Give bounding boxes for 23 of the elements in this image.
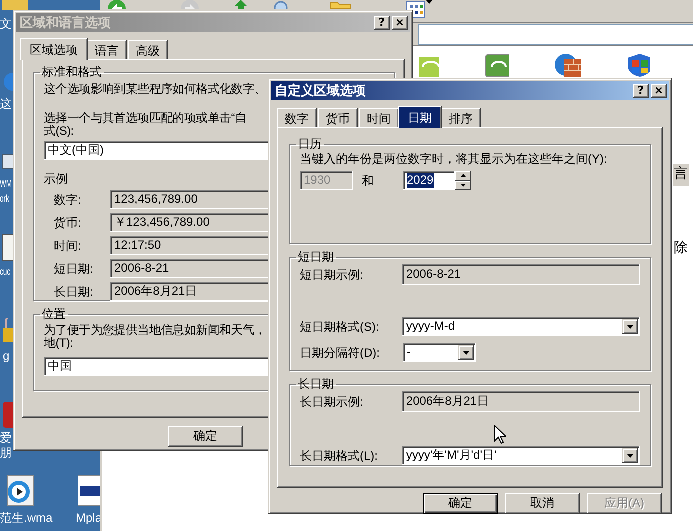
field-label: 长日期: bbox=[53, 284, 94, 298]
field-label: 货币: bbox=[53, 216, 82, 230]
field-label: 时间: bbox=[53, 238, 82, 252]
side-text: 除 bbox=[673, 238, 689, 256]
window-title: 区域和语言选项 bbox=[20, 14, 112, 32]
window-title: 自定义区域选项 bbox=[275, 82, 367, 100]
field-label: 数字: bbox=[53, 192, 82, 206]
field-label: 日期分隔符(D): bbox=[300, 346, 381, 360]
description-text: 这个选项影响到某些程序如何格式化数字、 bbox=[44, 82, 266, 96]
field-label: 短日期格式(S): bbox=[300, 320, 380, 334]
sample-field: 2006年8月21日 bbox=[402, 391, 640, 412]
description-text: 为了便于为您提供当地信息如新闻和天气， 地(T): bbox=[44, 324, 266, 350]
instruction-text: 选择一个与其首选项匹配的项或单击“自 式(S): bbox=[44, 112, 247, 138]
field-label: 长日期格式(L): bbox=[300, 448, 379, 462]
field-label: 短日期: bbox=[53, 262, 94, 276]
sample-field: 2006-8-21 bbox=[402, 264, 640, 285]
field-label: 长日期示例: bbox=[300, 394, 364, 408]
group-title: 长日期 bbox=[297, 377, 335, 391]
group-title: 标准和格式 bbox=[41, 65, 103, 79]
conjunction-text: 和 bbox=[362, 174, 375, 188]
group-title: 位置 bbox=[41, 307, 67, 321]
section-label: 示例 bbox=[44, 172, 68, 186]
side-text: 言 bbox=[673, 164, 689, 186]
